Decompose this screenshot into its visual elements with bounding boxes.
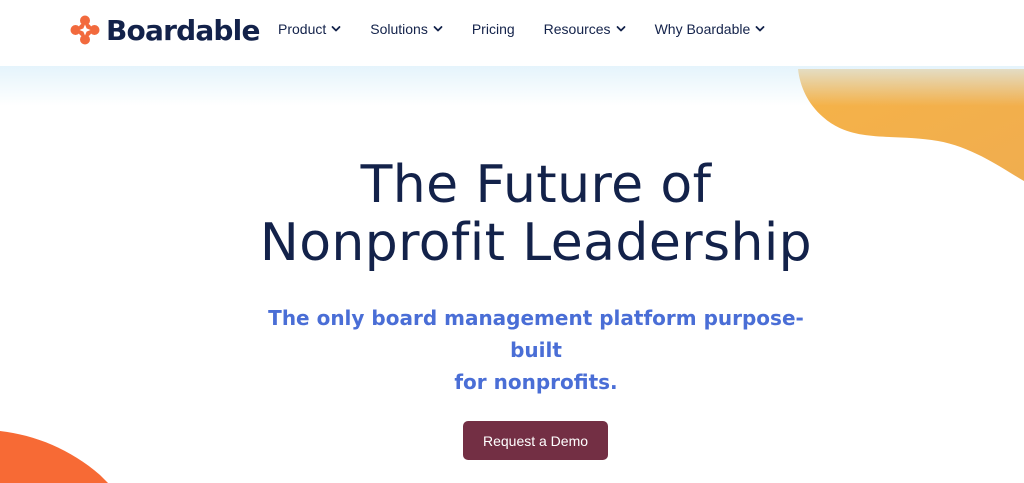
nav-item-label: Pricing — [471, 21, 515, 37]
hero-subtitle-line-1: The only board management platform purpo… — [268, 306, 804, 362]
site-header: Boardable Product Solutions Pricing Reso… — [0, 0, 1024, 66]
hero-subtitle-line-2: for nonprofits. — [454, 370, 618, 394]
header-shadow — [0, 66, 1024, 106]
nav-item-resources[interactable]: Resources — [544, 21, 626, 37]
page: Boardable Product Solutions Pricing Reso… — [0, 0, 1024, 483]
boardable-logo-icon — [70, 15, 100, 45]
nav-item-pricing[interactable]: Pricing — [472, 21, 515, 37]
brand-name: Boardable — [106, 13, 260, 47]
nav-item-label: Resources — [543, 21, 611, 37]
hero-title-line-1: The Future of — [360, 155, 712, 215]
nav-item-label: Product — [278, 21, 327, 37]
hero-title: The Future of Nonprofit Leadership — [0, 156, 1024, 272]
hero-title-line-2: Nonprofit Leadership — [259, 213, 813, 273]
main-nav: Product Solutions Pricing Resources Why … — [278, 21, 794, 37]
nav-item-label: Why Boardable — [654, 21, 751, 37]
brand-logo[interactable]: Boardable — [70, 12, 260, 48]
decorative-orange-blob — [0, 431, 108, 483]
chevron-down-icon — [331, 26, 341, 32]
chevron-down-icon — [616, 26, 625, 32]
chevron-down-icon — [755, 26, 765, 32]
nav-item-solutions[interactable]: Solutions — [370, 21, 443, 37]
nav-item-why-boardable[interactable]: Why Boardable — [655, 21, 766, 37]
chevron-down-icon — [433, 26, 443, 32]
nav-item-product[interactable]: Product — [278, 21, 341, 37]
hero-subtitle: The only board management platform purpo… — [250, 302, 822, 398]
request-demo-button[interactable]: Request a Demo — [463, 421, 608, 460]
nav-item-label: Solutions — [370, 21, 428, 37]
